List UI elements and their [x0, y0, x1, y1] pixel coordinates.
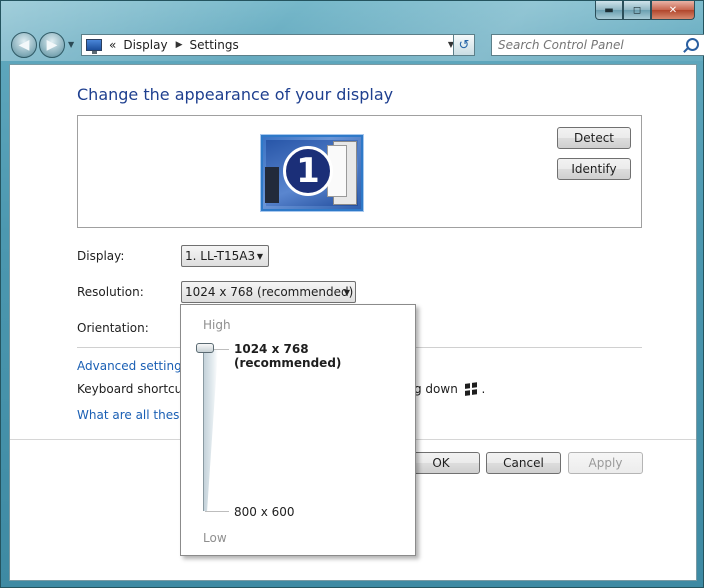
minimize-button[interactable]: ▬	[595, 1, 623, 20]
monitor-1-thumbnail[interactable]: 1	[261, 135, 363, 211]
breadcrumb-display[interactable]: Display	[123, 38, 167, 52]
back-arrow-icon: ◀	[18, 37, 30, 53]
monitor-sidebar-decor	[265, 167, 279, 203]
resolution-select-value: 1024 x 768 (recommended)	[185, 285, 354, 299]
page-title: Change the appearance of your display	[77, 85, 394, 104]
slider-bottom-value: 800 x 600	[234, 505, 295, 519]
detect-button[interactable]: Detect	[557, 127, 631, 149]
close-button[interactable]: ✕	[651, 1, 695, 20]
display-select-value: 1. LL-T15A3	[185, 249, 256, 263]
caption-buttons: ▬ ◻ ✕	[595, 1, 695, 20]
maximize-button[interactable]: ◻	[623, 1, 651, 20]
breadcrumb-settings[interactable]: Settings	[190, 38, 239, 52]
apply-button[interactable]: Apply	[568, 452, 643, 474]
search-box[interactable]	[491, 34, 704, 56]
address-bar[interactable]: « Display ▶ Settings ▼	[81, 34, 459, 56]
slider-tick-bottom	[205, 511, 229, 512]
resolution-slider-thumb[interactable]	[196, 343, 214, 353]
monitor-number-badge: 1	[283, 146, 333, 196]
navigation-bar: ◀ ▶ ▼ « Display ▶ Settings ▼ ↺	[11, 31, 704, 59]
identify-button[interactable]: Identify	[557, 158, 631, 180]
address-overflow-chevron[interactable]: «	[109, 38, 116, 52]
refresh-button[interactable]: ↺	[453, 34, 475, 56]
slider-track-wedge[interactable]	[204, 349, 218, 511]
keyboard-shortcut-text-end-words: g down	[414, 382, 458, 396]
search-icon[interactable]	[686, 38, 699, 51]
search-input[interactable]	[496, 37, 680, 53]
keyboard-shortcut-text-start: Keyboard shortcut t	[77, 382, 196, 396]
back-button[interactable]: ◀	[11, 32, 37, 58]
display-label: Display:	[77, 249, 125, 263]
keyboard-shortcut-period: .	[481, 382, 486, 396]
cancel-button[interactable]: Cancel	[486, 452, 561, 474]
chevron-down-icon: ▼	[256, 252, 263, 261]
breadcrumb-separator-icon[interactable]: ▶	[176, 40, 183, 50]
recent-pages-dropdown-icon[interactable]: ▼	[68, 40, 74, 49]
resolution-select[interactable]: 1024 x 768 (recommended) ▼	[181, 281, 356, 303]
forward-arrow-icon: ▶	[46, 37, 58, 53]
resolution-slider-flyout: High 1024 x 768 (recommended) 800 x 600 …	[180, 304, 416, 556]
chevron-down-icon: ▼	[343, 288, 350, 297]
orientation-label: Orientation:	[77, 321, 149, 335]
keyboard-shortcut-text-end: g down .	[414, 382, 485, 396]
slider-high-label: High	[203, 318, 231, 332]
display-monitor-icon	[86, 39, 102, 54]
refresh-icon: ↺	[458, 37, 470, 53]
slider-low-label: Low	[203, 531, 227, 545]
monitor-preview-area: 1 Detect Identify	[77, 115, 642, 228]
display-select[interactable]: 1. LL-T15A3 ▼	[181, 245, 269, 267]
slider-track-line	[203, 349, 204, 511]
windows-logo-icon	[464, 382, 478, 396]
slider-top-value: 1024 x 768 (recommended)	[234, 342, 342, 370]
resolution-label: Resolution:	[77, 285, 144, 299]
window-frame: ▬ ◻ ✕ ◀ ▶ ▼ « Display ▶ Settings ▼ ↺ Cha…	[0, 0, 704, 588]
forward-button[interactable]: ▶	[39, 32, 65, 58]
